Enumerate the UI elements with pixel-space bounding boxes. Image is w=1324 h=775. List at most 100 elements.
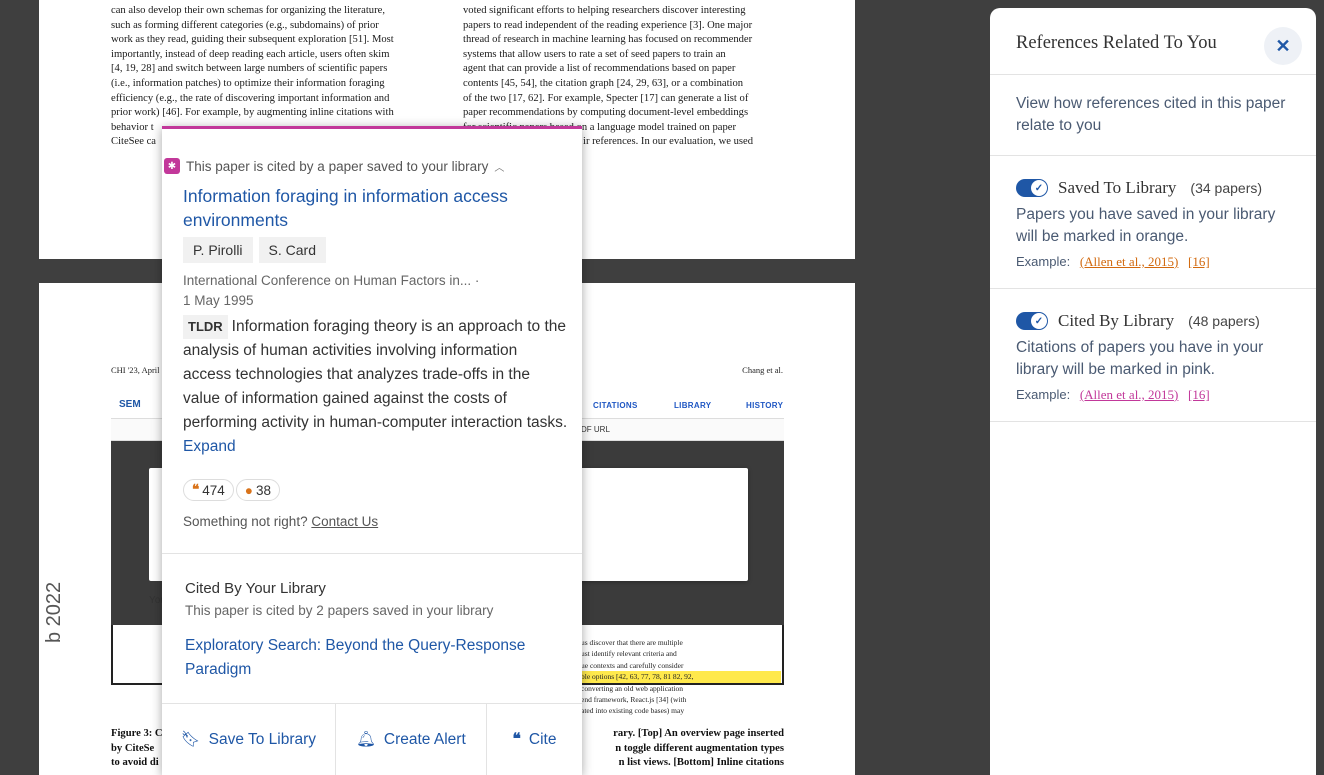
library-notice-text: This paper is cited by a paper saved to … [186, 158, 489, 174]
quote-icon: ❝ [512, 731, 521, 748]
cited-by-library-section: ✓ Cited By Library (48 papers) Citations… [990, 289, 1316, 422]
author-chip[interactable]: P. Pirolli [183, 237, 253, 263]
caption-line-right: n toggle different augmentation types [615, 742, 784, 754]
example-reference: (Allen et al., 2015) [1079, 254, 1179, 269]
text-line: ust identify relevant criteria and [581, 649, 677, 659]
paper-card-popup: ✱ This paper is cited by a paper saved t… [162, 126, 582, 775]
check-icon: ✓ [1031, 180, 1047, 196]
figure-bottom-text: us discover that there are multiple ust … [581, 637, 781, 717]
references-sidebar: References Related To You ✕ View how ref… [990, 8, 1316, 775]
example-number: [16] [1188, 387, 1210, 402]
text-line: papers to read independent of the readin… [463, 19, 753, 31]
citations-count-chip[interactable]: ❝ 474 [183, 479, 234, 501]
alert-label: Create Alert [383, 730, 466, 748]
text-line: [4, 19, 28] and switch between large num… [111, 63, 388, 75]
running-header-left: CHI '23, April [111, 365, 160, 375]
example-label: Example: [1016, 254, 1071, 269]
text-line: importantly, instead of deep reading eac… [111, 48, 390, 60]
running-header-right: Chang et al. [742, 365, 783, 375]
saved-to-library-toggle[interactable]: ✓ [1016, 179, 1048, 197]
text-line: ated into existing code bases) may [581, 706, 685, 716]
check-icon: ✓ [1031, 313, 1047, 329]
contact-us-link[interactable]: Contact Us [311, 514, 378, 529]
influential-count-chip[interactable]: ● 38 [235, 479, 280, 501]
caption-line-right: n list views. [Bottom] Inline citations [618, 757, 784, 769]
text-line: ble options [42, 63, 77, 78, 81 82, 92, [581, 671, 781, 683]
venue-info: International Conference on Human Factor… [183, 271, 479, 311]
save-to-library-button[interactable]: 🔖︎ Save To Library [162, 704, 336, 775]
venue-name: International Conference on Human Factor… [183, 273, 472, 288]
paper-title-link[interactable]: Information foraging in information acce… [183, 184, 563, 232]
figure-tab-library: LIBRARY [674, 401, 712, 410]
brain-icon: ✱ [164, 158, 180, 174]
quote-icon: ❝ [192, 482, 200, 497]
tldr-summary: TLDR Information foraging theory is an ap… [183, 315, 568, 459]
cited-paper-link[interactable]: Exploratory Search: Beyond the Query-Res… [185, 634, 555, 682]
toggle-description: Papers you have saved in your library wi… [1016, 206, 1276, 245]
saved-toggle-row: ✓ Saved To Library (34 papers) [1016, 178, 1290, 198]
library-notice[interactable]: ✱ This paper is cited by a paper saved t… [162, 155, 504, 177]
toggle-label: Cited By Library [1058, 311, 1175, 330]
caption-line-left: by CiteSe [111, 742, 155, 754]
chevron-up-icon: ︿ [494, 162, 505, 174]
sidebar-intro: View how references cited in this paper … [1016, 95, 1286, 134]
tldr-badge: TLDR [183, 315, 228, 339]
paper-stats: ❝ 474 ● 38 [183, 479, 280, 501]
action-bar: 🔖︎ Save To Library 🔔︎ Create Alert ❝ Cit… [162, 703, 582, 775]
sidebar-title: References Related To You [1016, 33, 1217, 53]
saved-to-library-section: ✓ Saved To Library (34 papers) Papers yo… [990, 156, 1316, 289]
caption-line-left: to avoid di [111, 757, 159, 769]
example-line: Example: (Allen et al., 2015) [16] [1016, 254, 1290, 270]
bookmark-icon: 🔖︎ [180, 731, 201, 748]
text-line: prior work) [46]. For example, by augmen… [111, 107, 394, 119]
papers-count: (34 papers) [1190, 180, 1263, 196]
cited-by-subtitle: This paper is cited by 2 papers saved in… [185, 603, 494, 618]
text-line: thread of research in machine learning h… [463, 34, 753, 46]
text-line: efficiency (e.g., the rate of discoverin… [111, 92, 390, 104]
figure-url-label: DF URL [581, 425, 610, 434]
cited-by-library-toggle[interactable]: ✓ [1016, 312, 1048, 330]
example-reference: (Allen et al., 2015) [1079, 387, 1179, 402]
text-line: (i.e., information patches) to optimize … [111, 77, 385, 89]
text-line: such as forming different categories (e.… [111, 19, 379, 31]
figure-tab-history: HISTORY [746, 401, 784, 410]
text-line: systems that allow users to rate a set o… [463, 48, 726, 60]
papers-count: (48 papers) [1188, 313, 1260, 329]
cite-button[interactable]: ❝ Cite [487, 704, 582, 775]
cited-by-heading: Cited By Your Library [185, 580, 326, 597]
author-list: P. Pirolli S. Card [183, 237, 327, 263]
divider [162, 553, 582, 554]
cite-label: Cite [528, 730, 557, 748]
text-line: us discover that there are multiple [581, 638, 683, 647]
feedback-line: Something not right? Contact Us [183, 514, 378, 529]
publication-date: 1 May 1995 [183, 293, 254, 308]
toggle-label: Saved To Library [1058, 178, 1177, 197]
text-line: paper recommendations by computing docum… [463, 107, 749, 119]
text-line: of the two [17, 62]. For example, Specte… [463, 92, 749, 104]
figure-tab-citations: CITATIONS [593, 401, 638, 410]
close-icon[interactable]: ✕ [1264, 27, 1302, 65]
feedback-text: Something not right? [183, 514, 308, 529]
influential-count: 38 [255, 482, 271, 498]
example-label: Example: [1016, 387, 1071, 402]
tldr-text: Information foraging theory is an approa… [183, 318, 568, 431]
lightbulb-icon: ● [244, 482, 253, 498]
text-line: end framework, React.js [34] (with [581, 695, 687, 705]
text-line: voted significant efforts to helping res… [463, 5, 746, 16]
text-line: converting an old web application [581, 683, 684, 693]
sidebar-intro-section: View how references cited in this paper … [990, 75, 1316, 156]
cited-toggle-row: ✓ Cited By Library (48 papers) [1016, 311, 1290, 331]
example-line: Example: (Allen et al., 2015) [16] [1016, 387, 1290, 403]
caption-line-left: Figure 3: C [111, 728, 163, 739]
author-chip[interactable]: S. Card [258, 237, 327, 263]
figure-year-label: b 2022 [43, 581, 65, 643]
figure-logo-text: SEM [119, 399, 141, 410]
venue-separator: · [474, 273, 480, 288]
text-line: agent that can provide a list of recomme… [463, 63, 736, 75]
toggle-description: Citations of papers you have in your lib… [1016, 339, 1264, 378]
expand-link[interactable]: Expand [183, 438, 236, 455]
create-alert-button[interactable]: 🔔︎ Create Alert [336, 704, 487, 775]
example-number: [16] [1188, 254, 1210, 269]
caption-line-right: rary. [Top] An overview page inserted [613, 728, 784, 739]
save-label: Save To Library [208, 730, 317, 748]
